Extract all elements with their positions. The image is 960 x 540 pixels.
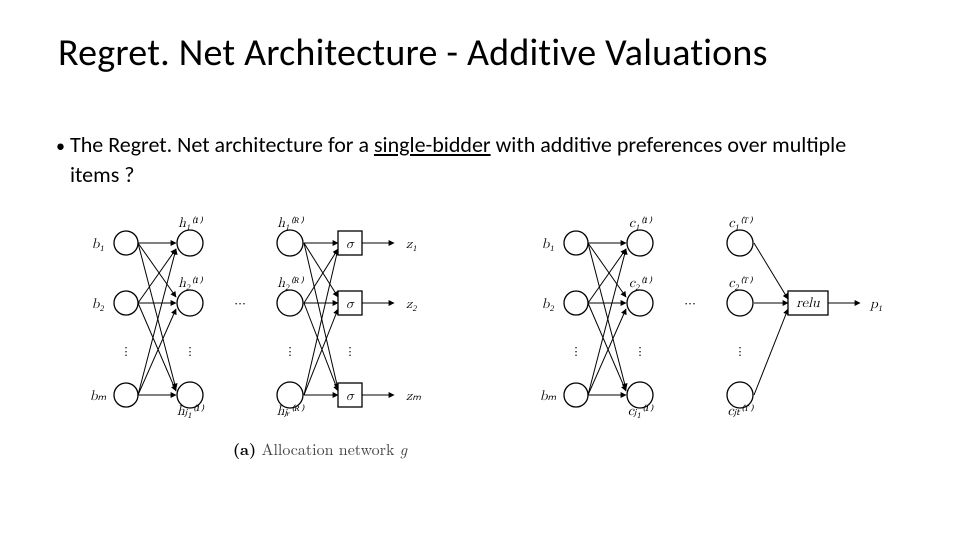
vellipsis: ⋮: [288, 344, 291, 358]
caption-a-text: Allocation network: [261, 437, 394, 460]
allocation-network: ⋮ ⋮ ⋮ ⋮ ⋯ b₁ b₂ bₘ h₁⁽¹⁾ h₂⁽¹⁾ hⱼ₁⁽¹⁾ h₁…: [80, 215, 460, 435]
label-bm-p: bₘ: [540, 389, 557, 403]
label-h1-R: h₁⁽ᴿ⁾: [277, 216, 304, 230]
label-b2-p: b₂: [542, 297, 555, 311]
label-z1: z₁: [406, 237, 417, 251]
vellipsis: ⋮: [574, 344, 577, 358]
bullet-item: • The Regret. Net architecture for a sin…: [70, 130, 890, 189]
caption-a-bold: (a): [233, 437, 256, 460]
label-h2-R: h₂⁽ᴿ⁾: [277, 276, 304, 290]
label-c1-1: c₁⁽¹⁾: [629, 216, 653, 230]
caption-a-var: g: [400, 437, 407, 460]
label-z2: z₂: [406, 297, 417, 311]
caption-a: (a) Allocation network g: [200, 437, 440, 460]
vellipsis: ⋮: [638, 344, 641, 358]
bullet-underline: single-bidder: [374, 131, 491, 158]
sigma-m: σ: [346, 389, 355, 403]
vellipsis: ⋮: [124, 344, 127, 358]
label-bm: bₘ: [90, 389, 107, 403]
label-b2: b₂: [92, 297, 105, 311]
bullet-pre: The Regret. Net architecture for a: [70, 131, 374, 158]
hellipsis: ⋯: [685, 296, 696, 310]
vellipsis: ⋮: [348, 344, 351, 358]
label-h1-1: h₁⁽¹⁾: [178, 216, 203, 230]
vellipsis: ⋮: [738, 344, 741, 358]
label-zm: zₘ: [406, 389, 421, 403]
label-cJ-T: cⱼₜ⁽ᵀ⁾: [727, 404, 754, 418]
label-b1-p: b₁: [542, 237, 555, 251]
label-c1-T: c₁⁽ᵀ⁾: [728, 216, 753, 230]
label-c2-1: c₂⁽¹⁾: [629, 276, 653, 290]
label-relu: relu: [796, 296, 820, 310]
diagram-area: ⋮ ⋮ ⋮ ⋮ ⋯ b₁ b₂ bₘ h₁⁽¹⁾ h₂⁽¹⁾ hⱼ₁⁽¹⁾ h₁…: [40, 215, 920, 505]
sigma-1: σ: [346, 237, 355, 251]
bullet-marker: •: [56, 134, 65, 158]
label-p1: p₁: [869, 297, 883, 311]
label-b1: b₁: [92, 237, 105, 251]
sigma-2: σ: [346, 297, 355, 311]
payment-network: ⋮ ⋮ ⋮ ⋯ b₁ b₂ bₘ c₁⁽¹⁾ c₂⁽¹⁾ cⱼ₁⁽¹⁾ c₁⁽ᵀ…: [530, 215, 910, 435]
label-hJ-R: hⱼᵣ⁽ᴿ⁾: [277, 404, 305, 418]
label-cJ-1: cⱼ₁⁽¹⁾: [628, 404, 654, 418]
page-title: Regret. Net Architecture - Additive Valu…: [58, 30, 768, 76]
label-h2-1: h₂⁽¹⁾: [178, 276, 203, 290]
label-hJ-1: hⱼ₁⁽¹⁾: [177, 404, 205, 418]
vellipsis: ⋮: [188, 344, 191, 358]
hellipsis: ⋯: [235, 296, 246, 310]
label-c2-T: c₂⁽ᵀ⁾: [728, 276, 753, 290]
